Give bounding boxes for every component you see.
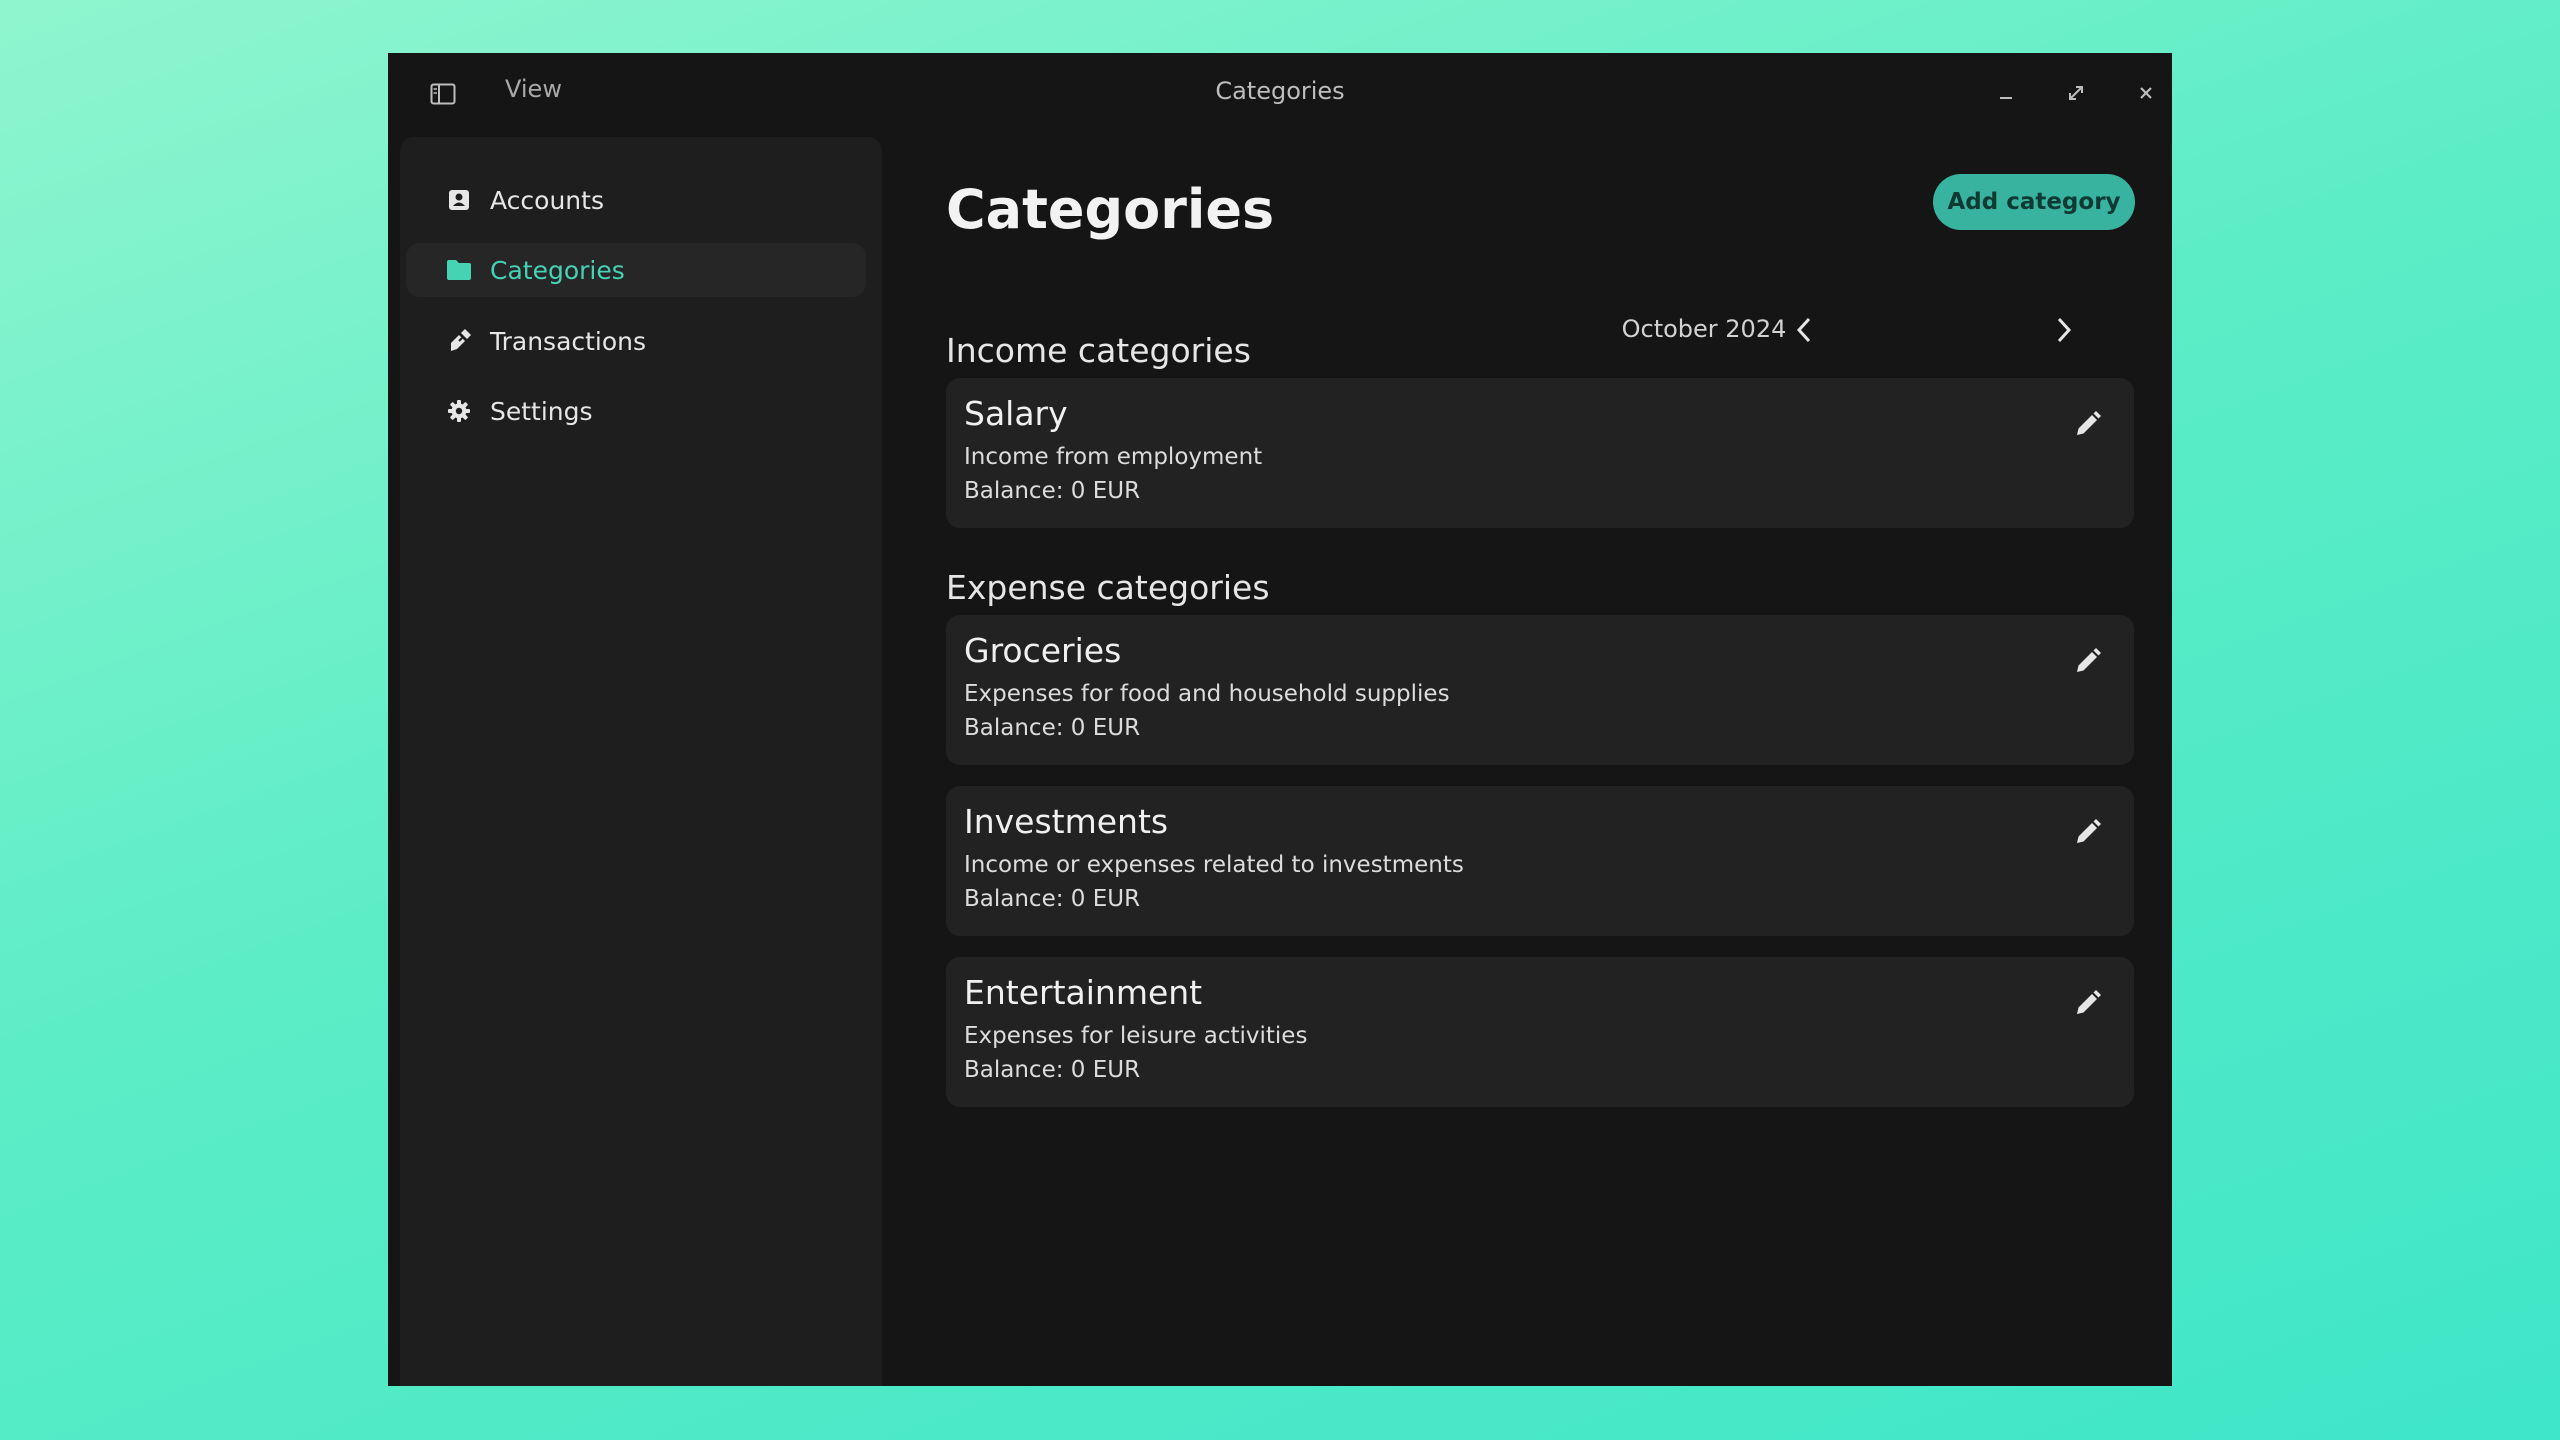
category-balance: Balance: 0 EUR	[964, 1057, 1141, 1083]
category-balance: Balance: 0 EUR	[964, 715, 1141, 741]
sidebar-item-label: Categories	[490, 255, 625, 285]
category-name: Salary	[964, 394, 1068, 433]
category-balance: Balance: 0 EUR	[964, 886, 1141, 912]
sidebar-item-label: Accounts	[490, 185, 604, 215]
minimize-button[interactable]	[1986, 73, 2026, 113]
folder-icon	[444, 255, 474, 285]
sidebar-item-label: Settings	[490, 396, 593, 426]
close-button[interactable]	[2126, 73, 2166, 113]
account-card-icon	[444, 185, 474, 215]
category-name: Entertainment	[964, 973, 1203, 1012]
pencil-icon	[2077, 411, 2101, 435]
edit-category-button[interactable]	[2068, 404, 2108, 444]
category-card-salary: Salary Income from employment Balance: 0…	[946, 378, 2134, 528]
chevron-right-icon	[2057, 317, 2072, 343]
category-card-entertainment: Entertainment Expenses for leisure activ…	[946, 957, 2134, 1107]
month-navigator-bar: October 2024	[1334, 305, 2074, 355]
maximize-button[interactable]	[2056, 73, 2096, 113]
sidebar-item-label: Transactions	[490, 326, 647, 356]
category-description: Expenses for leisure activities	[964, 1023, 1308, 1049]
edit-category-button[interactable]	[2068, 812, 2108, 852]
category-description: Income or expenses related to investment…	[964, 852, 1464, 878]
category-description: Expenses for food and household supplies	[964, 681, 1450, 707]
current-month-label: October 2024	[1621, 315, 1787, 343]
category-description: Income from employment	[964, 444, 1263, 470]
sidebar-item-settings[interactable]: Settings	[406, 384, 866, 438]
title-bar: View Categories	[388, 53, 2172, 133]
pencil-icon	[2077, 648, 2101, 672]
sidebar-item-accounts[interactable]: Accounts	[406, 173, 866, 227]
transactions-icon	[444, 326, 474, 356]
category-balance: Balance: 0 EUR	[964, 478, 1141, 504]
pencil-icon	[2077, 819, 2101, 843]
income-categories-heading: Income categories	[946, 331, 1251, 370]
sidebar-item-transactions[interactable]: Transactions	[406, 314, 866, 368]
close-icon	[2140, 87, 2152, 99]
sidebar-item-categories[interactable]: Categories	[406, 243, 866, 297]
app-window: View Categories Accounts Categories Tran…	[388, 53, 2172, 1386]
category-card-investments: Investments Income or expenses related t…	[946, 786, 2134, 936]
pencil-icon	[2077, 990, 2101, 1014]
gear-icon	[444, 396, 474, 426]
category-name: Investments	[964, 802, 1169, 841]
page-title: Categories	[946, 178, 1275, 241]
add-category-button[interactable]: Add category	[1933, 174, 2135, 230]
next-month-button[interactable]	[2044, 310, 2084, 350]
edit-category-button[interactable]	[2068, 641, 2108, 681]
category-name: Groceries	[964, 631, 1122, 670]
window-title: Categories	[1215, 77, 1345, 105]
category-card-groceries: Groceries Expenses for food and househol…	[946, 615, 2134, 765]
expense-categories-heading: Expense categories	[946, 568, 1270, 607]
maximize-icon	[2069, 86, 2083, 100]
edit-category-button[interactable]	[2068, 983, 2108, 1023]
sidebar: Accounts Categories Transactions Setting…	[400, 137, 882, 1386]
minimize-icon	[2000, 97, 2012, 99]
